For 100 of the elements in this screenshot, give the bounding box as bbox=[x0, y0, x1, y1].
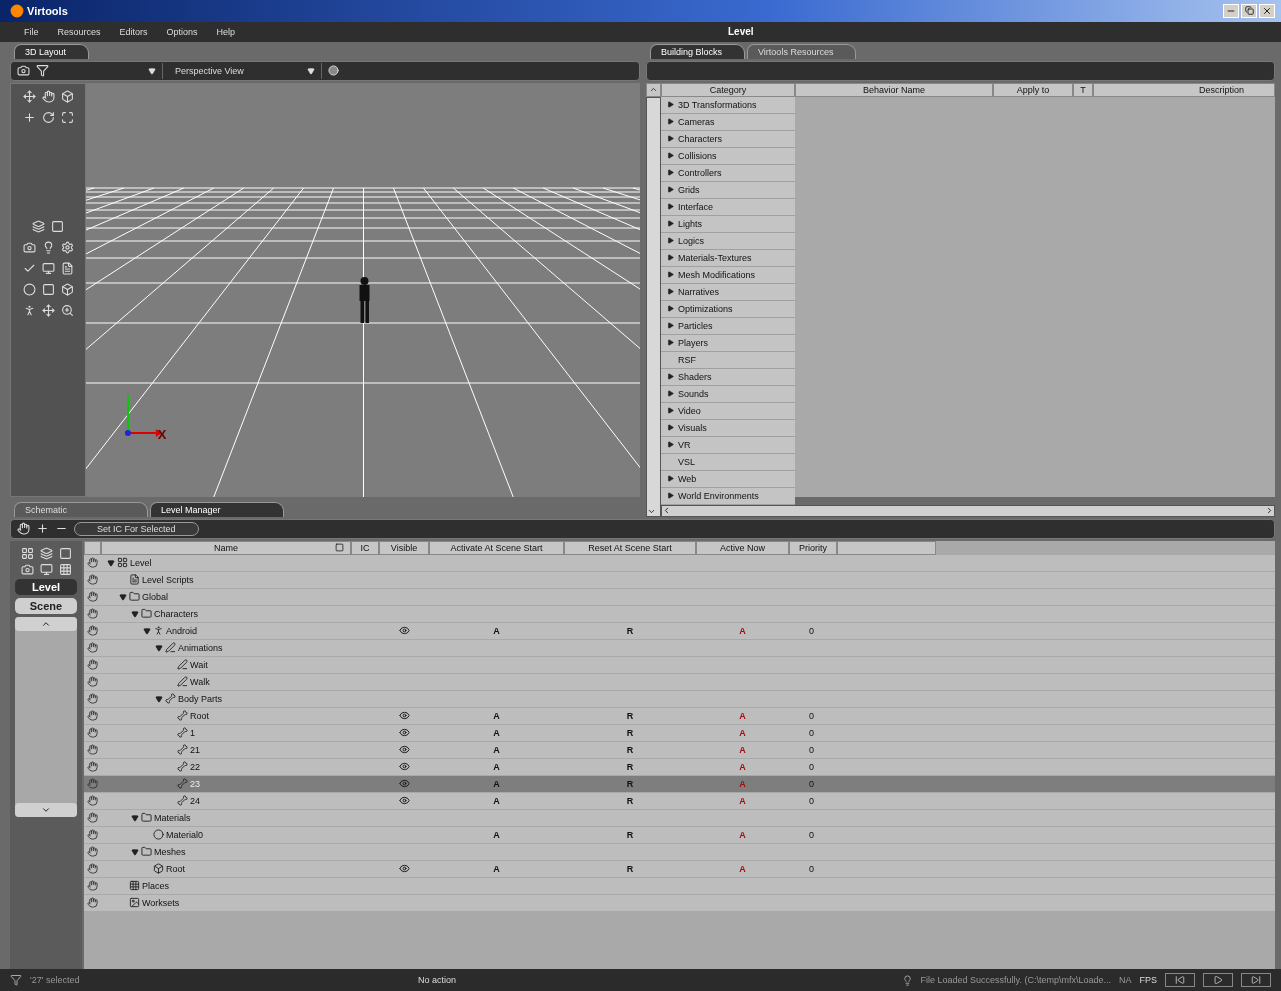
scale-icon[interactable] bbox=[60, 110, 74, 124]
monitor-icon[interactable] bbox=[39, 562, 53, 576]
set-ic-button[interactable]: Set IC For Selected bbox=[74, 521, 199, 536]
dropdown-icon[interactable] bbox=[335, 543, 344, 553]
hand-icon[interactable] bbox=[87, 659, 98, 671]
tree-row[interactable]: Places bbox=[84, 877, 1275, 894]
move-icon[interactable] bbox=[41, 303, 55, 317]
funnel-icon[interactable] bbox=[36, 64, 49, 78]
sphere-icon[interactable] bbox=[328, 65, 339, 77]
menu-item[interactable]: Options bbox=[166, 26, 198, 37]
layers-icon[interactable] bbox=[39, 546, 53, 560]
scrollbar[interactable] bbox=[661, 504, 1275, 517]
hand-icon[interactable] bbox=[87, 693, 98, 705]
rewind-button[interactable] bbox=[1165, 973, 1195, 987]
settings-icon[interactable] bbox=[60, 240, 74, 254]
hand-icon[interactable] bbox=[87, 608, 98, 620]
tree-row[interactable]: Characters bbox=[84, 605, 1275, 622]
hand-icon[interactable] bbox=[87, 727, 98, 739]
category-item[interactable]: Grids bbox=[661, 181, 795, 198]
category-item[interactable]: Collisions bbox=[661, 147, 795, 164]
monitor-icon[interactable] bbox=[41, 261, 55, 275]
hand-icon[interactable] bbox=[87, 557, 98, 569]
category-item[interactable]: Cameras bbox=[661, 113, 795, 130]
mode-button[interactable]: Scene bbox=[15, 597, 77, 614]
category-item[interactable]: Visuals bbox=[661, 419, 795, 436]
tab[interactable]: Schematic bbox=[14, 501, 148, 517]
category-item[interactable]: VSL bbox=[661, 453, 795, 470]
category-item[interactable]: Logics bbox=[661, 232, 795, 249]
category-item[interactable]: Players bbox=[661, 334, 795, 351]
column-header[interactable]: Priority bbox=[789, 540, 837, 555]
tree-row[interactable]: 22 A R A 0 bbox=[84, 758, 1275, 775]
expand-arrow-icon[interactable] bbox=[143, 626, 151, 635]
square-icon[interactable] bbox=[41, 282, 55, 296]
hand-icon[interactable] bbox=[87, 812, 98, 824]
tree-row[interactable]: Global bbox=[84, 588, 1275, 605]
eye-icon[interactable] bbox=[398, 744, 410, 756]
zoom-icon[interactable] bbox=[60, 303, 74, 317]
scrollbar[interactable] bbox=[646, 96, 661, 517]
eye-icon[interactable] bbox=[398, 625, 410, 637]
circle-icon[interactable] bbox=[22, 282, 36, 296]
cube-icon[interactable] bbox=[60, 282, 74, 296]
hand-icon[interactable] bbox=[87, 591, 98, 603]
hand-icon[interactable] bbox=[87, 744, 98, 756]
rotate-icon[interactable] bbox=[41, 110, 55, 124]
category-item[interactable]: Optimizations bbox=[661, 300, 795, 317]
play-button[interactable] bbox=[1203, 973, 1233, 987]
tree-row[interactable]: Materials bbox=[84, 809, 1275, 826]
hand-icon[interactable] bbox=[87, 676, 98, 688]
eye-icon[interactable] bbox=[398, 863, 410, 875]
tree-row[interactable]: Meshes bbox=[84, 843, 1275, 860]
expand-arrow-icon[interactable] bbox=[131, 813, 139, 822]
expand-arrow-icon[interactable] bbox=[107, 558, 115, 567]
column-header[interactable]: Reset At Scene Start bbox=[564, 540, 696, 555]
menu-item[interactable]: Resources bbox=[57, 26, 101, 37]
tree-row[interactable]: Android A R A 0 bbox=[84, 622, 1275, 639]
column-header[interactable]: Active Now bbox=[696, 540, 789, 555]
menu-item[interactable]: File bbox=[24, 26, 39, 37]
scroll-up-button[interactable] bbox=[646, 82, 661, 97]
tree-row[interactable]: Root A R A 0 bbox=[84, 860, 1275, 877]
expand-arrow-icon[interactable] bbox=[155, 643, 163, 652]
tree-row[interactable]: Material0 A R A 0 bbox=[84, 826, 1275, 843]
category-item[interactable]: Shaders bbox=[661, 368, 795, 385]
tree-row[interactable]: Worksets bbox=[84, 894, 1275, 911]
menu-item[interactable]: Help bbox=[216, 26, 236, 37]
tree-row[interactable]: 23 A R A 0 bbox=[84, 775, 1275, 792]
mode-button[interactable]: Level bbox=[15, 578, 77, 595]
hand-icon[interactable] bbox=[87, 863, 98, 875]
category-item[interactable]: Interface bbox=[661, 198, 795, 215]
minimize-button[interactable] bbox=[1223, 3, 1239, 18]
restore-button[interactable] bbox=[1241, 3, 1257, 18]
column-header[interactable]: Description bbox=[1093, 82, 1275, 97]
eye-icon[interactable] bbox=[398, 761, 410, 773]
view-dropdown[interactable]: Perspective View bbox=[169, 62, 322, 79]
column-header[interactable]: T bbox=[1073, 82, 1093, 97]
tab[interactable]: 3D Layout bbox=[14, 43, 90, 59]
scroll-up-button[interactable] bbox=[15, 616, 77, 631]
hand-icon[interactable] bbox=[41, 89, 55, 103]
tree-row[interactable]: 21 A R A 0 bbox=[84, 741, 1275, 758]
eye-icon[interactable] bbox=[398, 727, 410, 739]
hand-icon[interactable] bbox=[87, 574, 98, 586]
tab[interactable]: Virtools Resources bbox=[747, 43, 857, 59]
column-header[interactable]: IC bbox=[351, 540, 379, 555]
expand-arrow-icon[interactable] bbox=[131, 847, 139, 856]
expand-arrow-icon[interactable] bbox=[119, 592, 127, 601]
category-item[interactable]: Mesh Modifications bbox=[661, 266, 795, 283]
square-icon[interactable] bbox=[51, 219, 64, 233]
hand-icon[interactable] bbox=[87, 829, 98, 841]
grid-icon[interactable] bbox=[20, 546, 34, 560]
category-item[interactable]: Sounds bbox=[661, 385, 795, 402]
hand-icon[interactable] bbox=[87, 642, 98, 654]
column-header[interactable]: Visible bbox=[379, 540, 429, 555]
hand-icon[interactable] bbox=[87, 846, 98, 858]
tree-row[interactable]: Walk bbox=[84, 673, 1275, 690]
eye-icon[interactable] bbox=[398, 710, 410, 722]
expand-arrow-icon[interactable] bbox=[131, 609, 139, 618]
add-icon[interactable] bbox=[36, 522, 49, 536]
column-header[interactable]: Behavior Name bbox=[795, 82, 993, 97]
tree-row[interactable]: Level Scripts bbox=[84, 571, 1275, 588]
column-header[interactable]: Activate At Scene Start bbox=[429, 540, 564, 555]
category-item[interactable]: Video bbox=[661, 402, 795, 419]
